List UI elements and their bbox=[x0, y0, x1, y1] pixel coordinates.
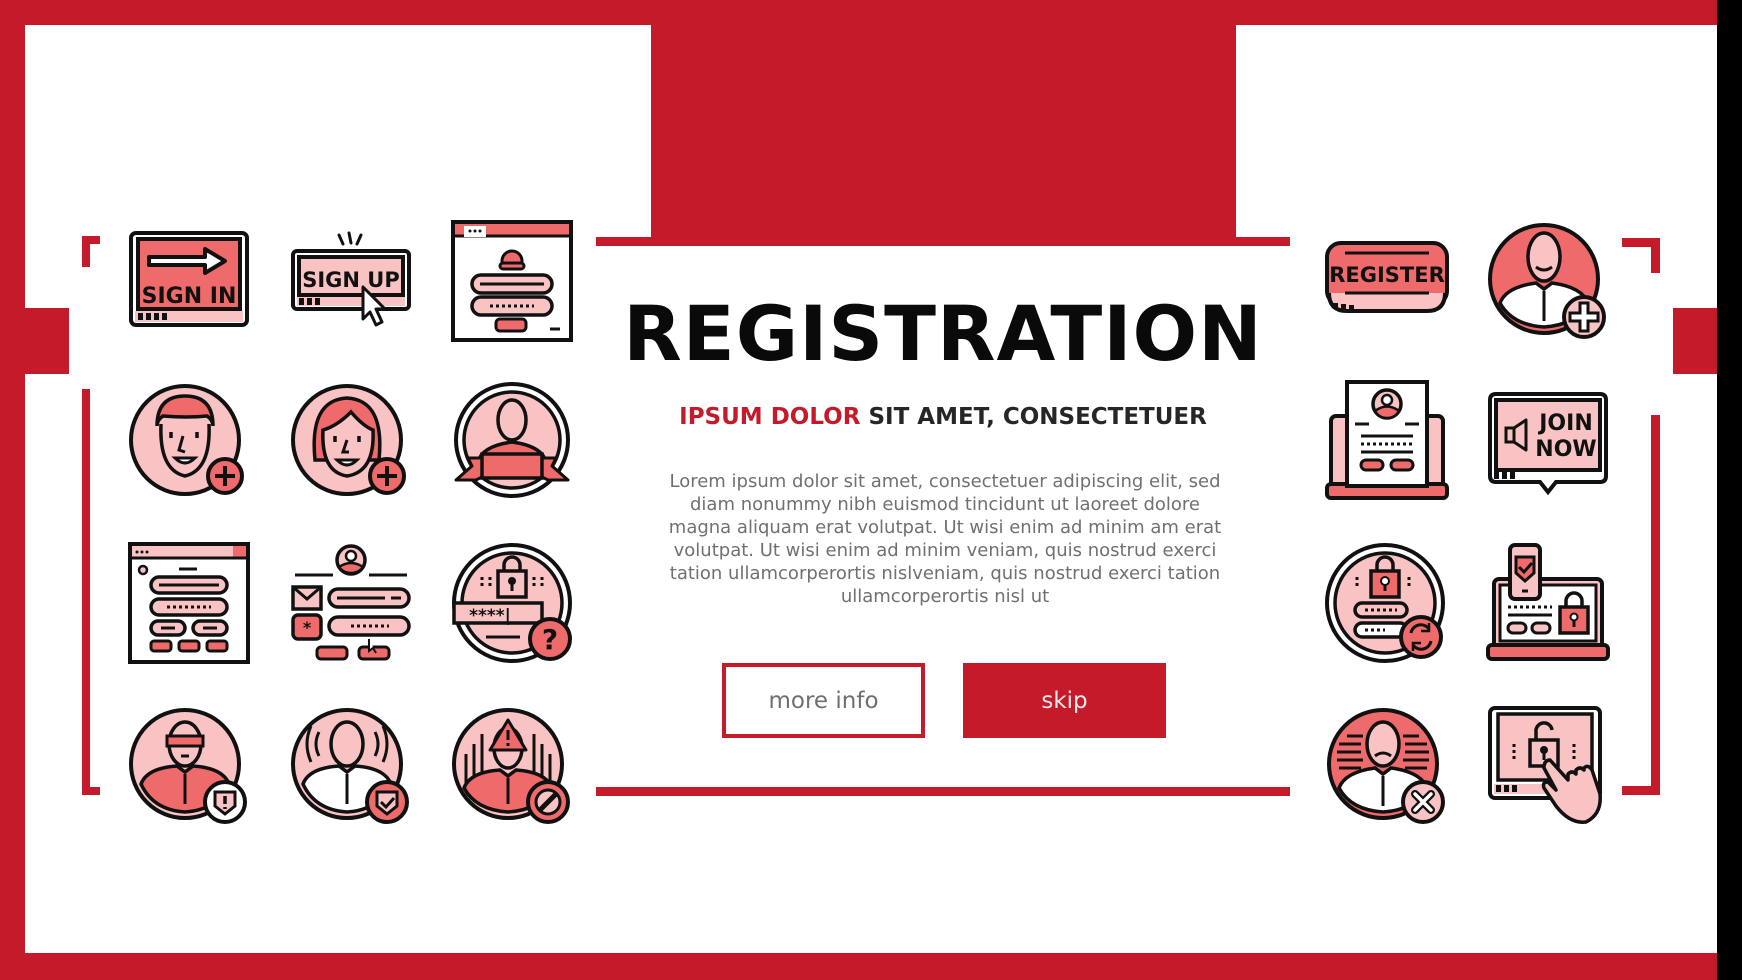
left-bracket-top-stem bbox=[82, 236, 90, 267]
sign-in-sign-icon: SIGN IN bbox=[127, 219, 251, 343]
login-window-icon bbox=[450, 219, 574, 343]
laptop-profile-form-icon bbox=[1325, 380, 1449, 504]
sign-up-button-icon: SIGN UP bbox=[289, 219, 413, 343]
sign-in-label: SIGN IN bbox=[142, 284, 237, 309]
sign-up-label: SIGN UP bbox=[302, 268, 400, 292]
right-bracket-stem bbox=[1651, 415, 1660, 795]
description-line: Lorem ipsum dolor sit amet, consectetuer… bbox=[669, 471, 1221, 492]
left-bracket-stem bbox=[82, 389, 90, 795]
right-edge-strip bbox=[1717, 0, 1742, 980]
description: Lorem ipsum dolor sit amet, consectetuer… bbox=[640, 470, 1250, 608]
svg-text:****|: ****| bbox=[469, 606, 511, 626]
subtitle-accent: IPSUM DOLOR bbox=[679, 404, 861, 430]
bottom-divider-line bbox=[596, 787, 1290, 796]
svg-text:?: ? bbox=[542, 623, 558, 656]
description-line: volutpat. Ut wisi enim ad minim veniam, … bbox=[673, 540, 1217, 561]
tablet-unlock-touch-icon bbox=[1486, 704, 1610, 828]
registration-form-window-icon bbox=[127, 541, 251, 665]
right-bracket-bottom-cap bbox=[1622, 786, 1660, 795]
page-title: REGISTRATION bbox=[623, 289, 1263, 378]
add-male-user-icon bbox=[127, 380, 251, 504]
forgot-password-icon: ****| ? bbox=[450, 541, 574, 665]
left-red-tab bbox=[25, 308, 69, 374]
description-line: diam nonummy nibh euismod tincidunt ut l… bbox=[690, 494, 1200, 515]
svg-text:*: * bbox=[303, 618, 312, 637]
subtitle-rest: SIT AMET, CONSECTETUER bbox=[860, 404, 1207, 430]
user-warning-shield-icon bbox=[127, 704, 251, 828]
user-rejected-icon bbox=[1325, 704, 1449, 828]
join-label: JOIN bbox=[1537, 411, 1593, 436]
right-bracket-top-stem bbox=[1651, 238, 1660, 273]
add-user-icon bbox=[1486, 219, 1610, 343]
user-verified-shield-icon bbox=[289, 704, 413, 828]
signup-form-icon: * bbox=[289, 541, 413, 665]
left-bracket-bottom-cap bbox=[82, 787, 100, 795]
description-line: tation ullamcorperortis nislveniam, quis… bbox=[669, 563, 1221, 584]
skip-button[interactable]: skip bbox=[963, 663, 1166, 738]
register-button-icon: REGISTER bbox=[1325, 219, 1449, 343]
now-label: NOW bbox=[1535, 437, 1596, 462]
password-reset-icon bbox=[1325, 541, 1449, 665]
laptop-two-factor-lock-icon bbox=[1486, 541, 1610, 665]
top-red-block bbox=[651, 25, 1236, 237]
description-line: ullamcorperortis nisl ut bbox=[840, 586, 1050, 607]
join-now-speech-icon: JOIN NOW bbox=[1486, 380, 1610, 504]
user-badge-ribbon-icon bbox=[450, 380, 574, 504]
top-divider-line bbox=[596, 237, 1290, 246]
register-label: REGISTER bbox=[1329, 263, 1445, 287]
user-blocked-icon bbox=[450, 704, 574, 828]
more-info-button[interactable]: more info bbox=[722, 663, 925, 738]
description-line: magna aliquam erat volutpat. Ut wisi eni… bbox=[668, 517, 1222, 538]
add-female-user-icon bbox=[289, 380, 413, 504]
subtitle: IPSUM DOLOR SIT AMET, CONSECTETUER bbox=[596, 406, 1290, 429]
right-red-tab bbox=[1673, 308, 1717, 374]
